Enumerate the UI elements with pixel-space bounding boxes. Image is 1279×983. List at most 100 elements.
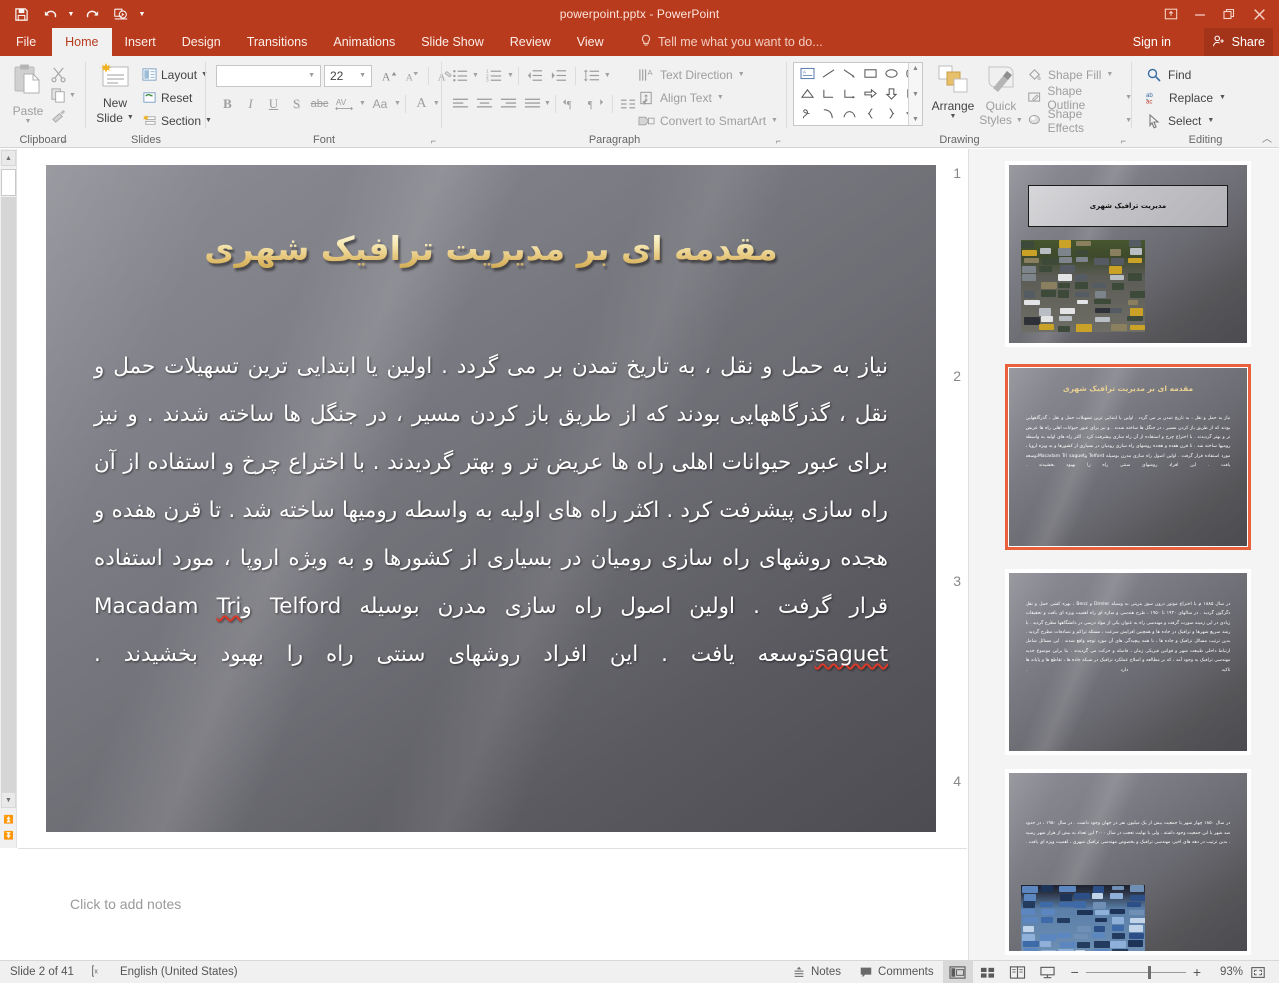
font-color-button[interactable]: A (410, 92, 433, 115)
strikethrough-button[interactable]: abc (308, 92, 331, 115)
decrease-indent-button[interactable] (523, 64, 547, 87)
collapse-ribbon-icon[interactable]: ︿ (1262, 130, 1272, 145)
slideshow-view-button[interactable] (1033, 961, 1063, 983)
arc-shape-icon[interactable] (818, 103, 838, 123)
rectangle-shape-icon[interactable] (860, 63, 880, 83)
share-button[interactable]: Share (1203, 28, 1273, 56)
replace-button[interactable]: ab ac Replace ▼ (1146, 86, 1226, 109)
left-brace-shape-icon[interactable] (860, 103, 880, 123)
align-left-button[interactable] (448, 92, 472, 115)
curve-shape-icon[interactable] (839, 103, 859, 123)
gallery-scroll-up-icon[interactable]: ▲ (912, 65, 919, 72)
gallery-scroll-down-icon[interactable]: ▼ (912, 91, 919, 98)
numbering-dropdown-icon[interactable]: ▼ (507, 72, 514, 79)
font-dialog-launcher[interactable]: ⌐ (431, 136, 436, 146)
scroll-up-icon[interactable]: ▲ (1, 150, 16, 166)
font-color-dropdown-icon[interactable]: ▼ (433, 100, 440, 107)
text-direction-dropdown-icon[interactable]: ▼ (738, 71, 745, 78)
paste-button[interactable]: Paste ▼ (6, 62, 50, 125)
underline-button[interactable]: U (262, 92, 285, 115)
rtl-direction-button[interactable]: ¶ (584, 92, 608, 115)
tab-animations[interactable]: Animations (320, 28, 408, 56)
reset-button[interactable]: Reset (142, 86, 212, 109)
align-dropdown-icon[interactable]: ▼ (544, 100, 551, 107)
shape-fill-dropdown-icon[interactable]: ▼ (1106, 71, 1113, 78)
oval-shape-icon[interactable] (881, 63, 901, 83)
justify-button[interactable] (520, 92, 544, 115)
cut-button[interactable] (50, 64, 82, 85)
find-button[interactable]: Find (1146, 63, 1226, 86)
scrollbar-thumb[interactable] (1, 169, 16, 196)
thumbnail-slide-4[interactable]: در سال ۱۸۵۰ چهار شهر با جمعیت بیش از یک … (1005, 769, 1251, 955)
arrange-dropdown-icon[interactable]: ▼ (929, 113, 977, 120)
scribble-shape-icon[interactable] (797, 103, 817, 123)
new-slide-button[interactable]: New Slide ▼ (92, 62, 138, 125)
zoom-knob[interactable] (1147, 965, 1151, 979)
comments-button[interactable]: Comments (850, 961, 943, 983)
text-shadow-button[interactable]: S (285, 92, 308, 115)
fit-to-window-button[interactable] (1243, 961, 1273, 983)
layout-button[interactable]: Layout ▼ (142, 63, 212, 86)
zoom-in-button[interactable]: + (1193, 964, 1201, 980)
bullets-dropdown-icon[interactable]: ▼ (472, 72, 479, 79)
select-button[interactable]: Select ▼ (1146, 109, 1226, 132)
next-slide-icon[interactable]: ⏬ (1, 828, 16, 842)
current-slide[interactable]: مقدمه ای بر مدیریت ترافیک شهری نیاز به ح… (46, 165, 936, 832)
shape-effects-button[interactable]: Shape Effects ▼ (1027, 107, 1132, 135)
tab-transitions[interactable]: Transitions (234, 28, 321, 56)
close-icon[interactable] (1243, 2, 1275, 26)
reading-view-button[interactable] (1003, 961, 1033, 983)
language-indicator[interactable]: English (United States) (120, 966, 238, 978)
restore-icon[interactable] (1214, 2, 1243, 26)
text-direction-button[interactable]: A Text Direction ▼ (638, 63, 778, 86)
paste-dropdown-icon[interactable]: ▼ (6, 118, 50, 125)
gallery-expand-icon[interactable]: ▼ (912, 116, 919, 123)
font-size-dropdown-icon[interactable]: ▼ (356, 72, 369, 79)
quick-styles-dropdown-icon[interactable]: ▼ (1016, 117, 1023, 124)
sign-in-button[interactable]: Sign in (1133, 28, 1171, 56)
zoom-level[interactable]: 93% (1209, 966, 1243, 978)
tab-view[interactable]: View (564, 28, 617, 56)
thumbnail-slide-2[interactable]: مقدمه ای بر مدیریت ترافیک شهری نیاز به ح… (1005, 364, 1251, 550)
scroll-down-icon[interactable]: ▼ (1, 792, 16, 808)
zoom-slider[interactable]: − + (1063, 964, 1209, 980)
numbering-button[interactable]: 123 (483, 64, 507, 87)
bold-button[interactable]: B (216, 92, 239, 115)
elbow-connector-shape-icon[interactable] (818, 83, 838, 103)
italic-button[interactable]: I (239, 92, 262, 115)
align-text-button[interactable]: Align Text ▼ (638, 86, 778, 109)
slide-counter[interactable]: Slide 2 of 41 (10, 966, 74, 978)
elbow-arrow-connector-shape-icon[interactable] (839, 83, 859, 103)
line-spacing-dropdown-icon[interactable]: ▼ (604, 72, 611, 79)
zoom-out-button[interactable]: − (1071, 964, 1079, 980)
font-name-combo[interactable]: ▼ (216, 64, 321, 87)
arrow-shape-icon[interactable] (839, 63, 859, 83)
align-right-button[interactable] (496, 92, 520, 115)
shapes-gallery[interactable]: A ▲ ▼ ▼ (793, 62, 923, 126)
font-name-dropdown-icon[interactable]: ▼ (305, 72, 318, 79)
tab-file[interactable]: File (0, 28, 52, 56)
paragraph-dialog-launcher[interactable]: ⌐ (776, 136, 781, 146)
copy-dropdown-icon[interactable]: ▼ (69, 92, 76, 99)
previous-slide-icon[interactable]: ⏫ (1, 812, 16, 826)
convert-to-smartart-button[interactable]: Convert to SmartArt ▼ (638, 109, 778, 132)
text-box-shape-icon[interactable]: A (797, 63, 817, 83)
right-brace-shape-icon[interactable] (881, 103, 901, 123)
change-case-dropdown-icon[interactable]: ▼ (394, 100, 401, 107)
shapes-gallery-scroll[interactable]: ▲ ▼ ▼ (908, 63, 922, 125)
decrease-font-size-button[interactable]: A (401, 64, 424, 87)
replace-dropdown-icon[interactable]: ▼ (1219, 94, 1226, 101)
tab-insert[interactable]: Insert (112, 28, 169, 56)
normal-view-button[interactable] (942, 960, 973, 983)
notes-button[interactable]: Notes (783, 961, 850, 983)
clipboard-dialog-launcher[interactable]: ⌐ (62, 136, 67, 146)
slide-thumbnail-pane[interactable]: 1 مدیریت ترافیک شهری 2 مقدمه ای بر مدیری… (953, 149, 1279, 960)
copy-button[interactable]: ▼ (50, 85, 82, 106)
slide-pane-scrollbar[interactable]: ▲ ▼ ⏫ ⏬ (0, 149, 17, 848)
line-shape-icon[interactable] (818, 63, 838, 83)
character-spacing-button[interactable]: AV (331, 92, 359, 115)
misspelled-word[interactable]: Tri saguet (217, 594, 888, 667)
ltr-direction-button[interactable]: ¶ (560, 92, 584, 115)
thumbnail-slide-1[interactable]: مدیریت ترافیک شهری (1005, 161, 1251, 347)
convert-to-smartart-dropdown-icon[interactable]: ▼ (771, 117, 778, 124)
